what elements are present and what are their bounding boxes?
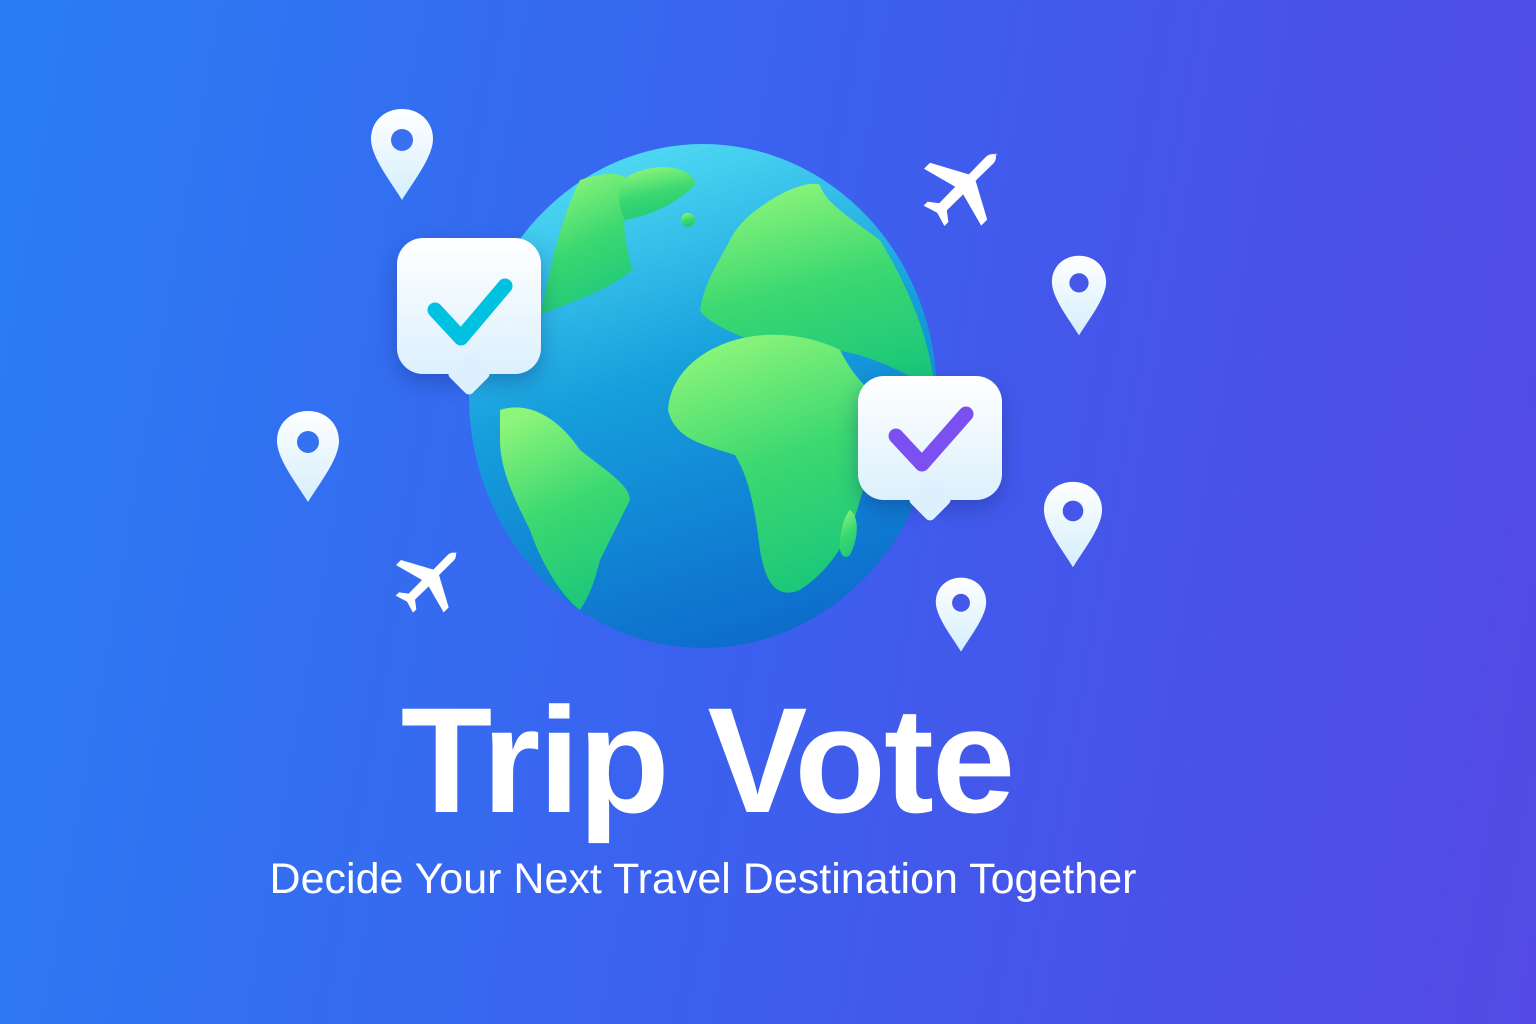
location-pin-icon (277, 411, 339, 502)
airplane-icon (923, 151, 998, 226)
location-pin-icon (1051, 255, 1107, 336)
location-pin-icon (371, 109, 433, 200)
app-subtitle: Decide Your Next Travel Destination Toge… (269, 855, 1137, 903)
vote-check-bubble (397, 238, 541, 374)
location-pin-icon (1043, 481, 1103, 568)
location-pin-icon (935, 577, 987, 652)
check-icon (888, 406, 974, 472)
check-icon (427, 278, 513, 346)
airplane-icon (395, 550, 458, 613)
vote-check-bubble (858, 376, 1002, 500)
app-title: Trip Vote (400, 676, 1016, 844)
